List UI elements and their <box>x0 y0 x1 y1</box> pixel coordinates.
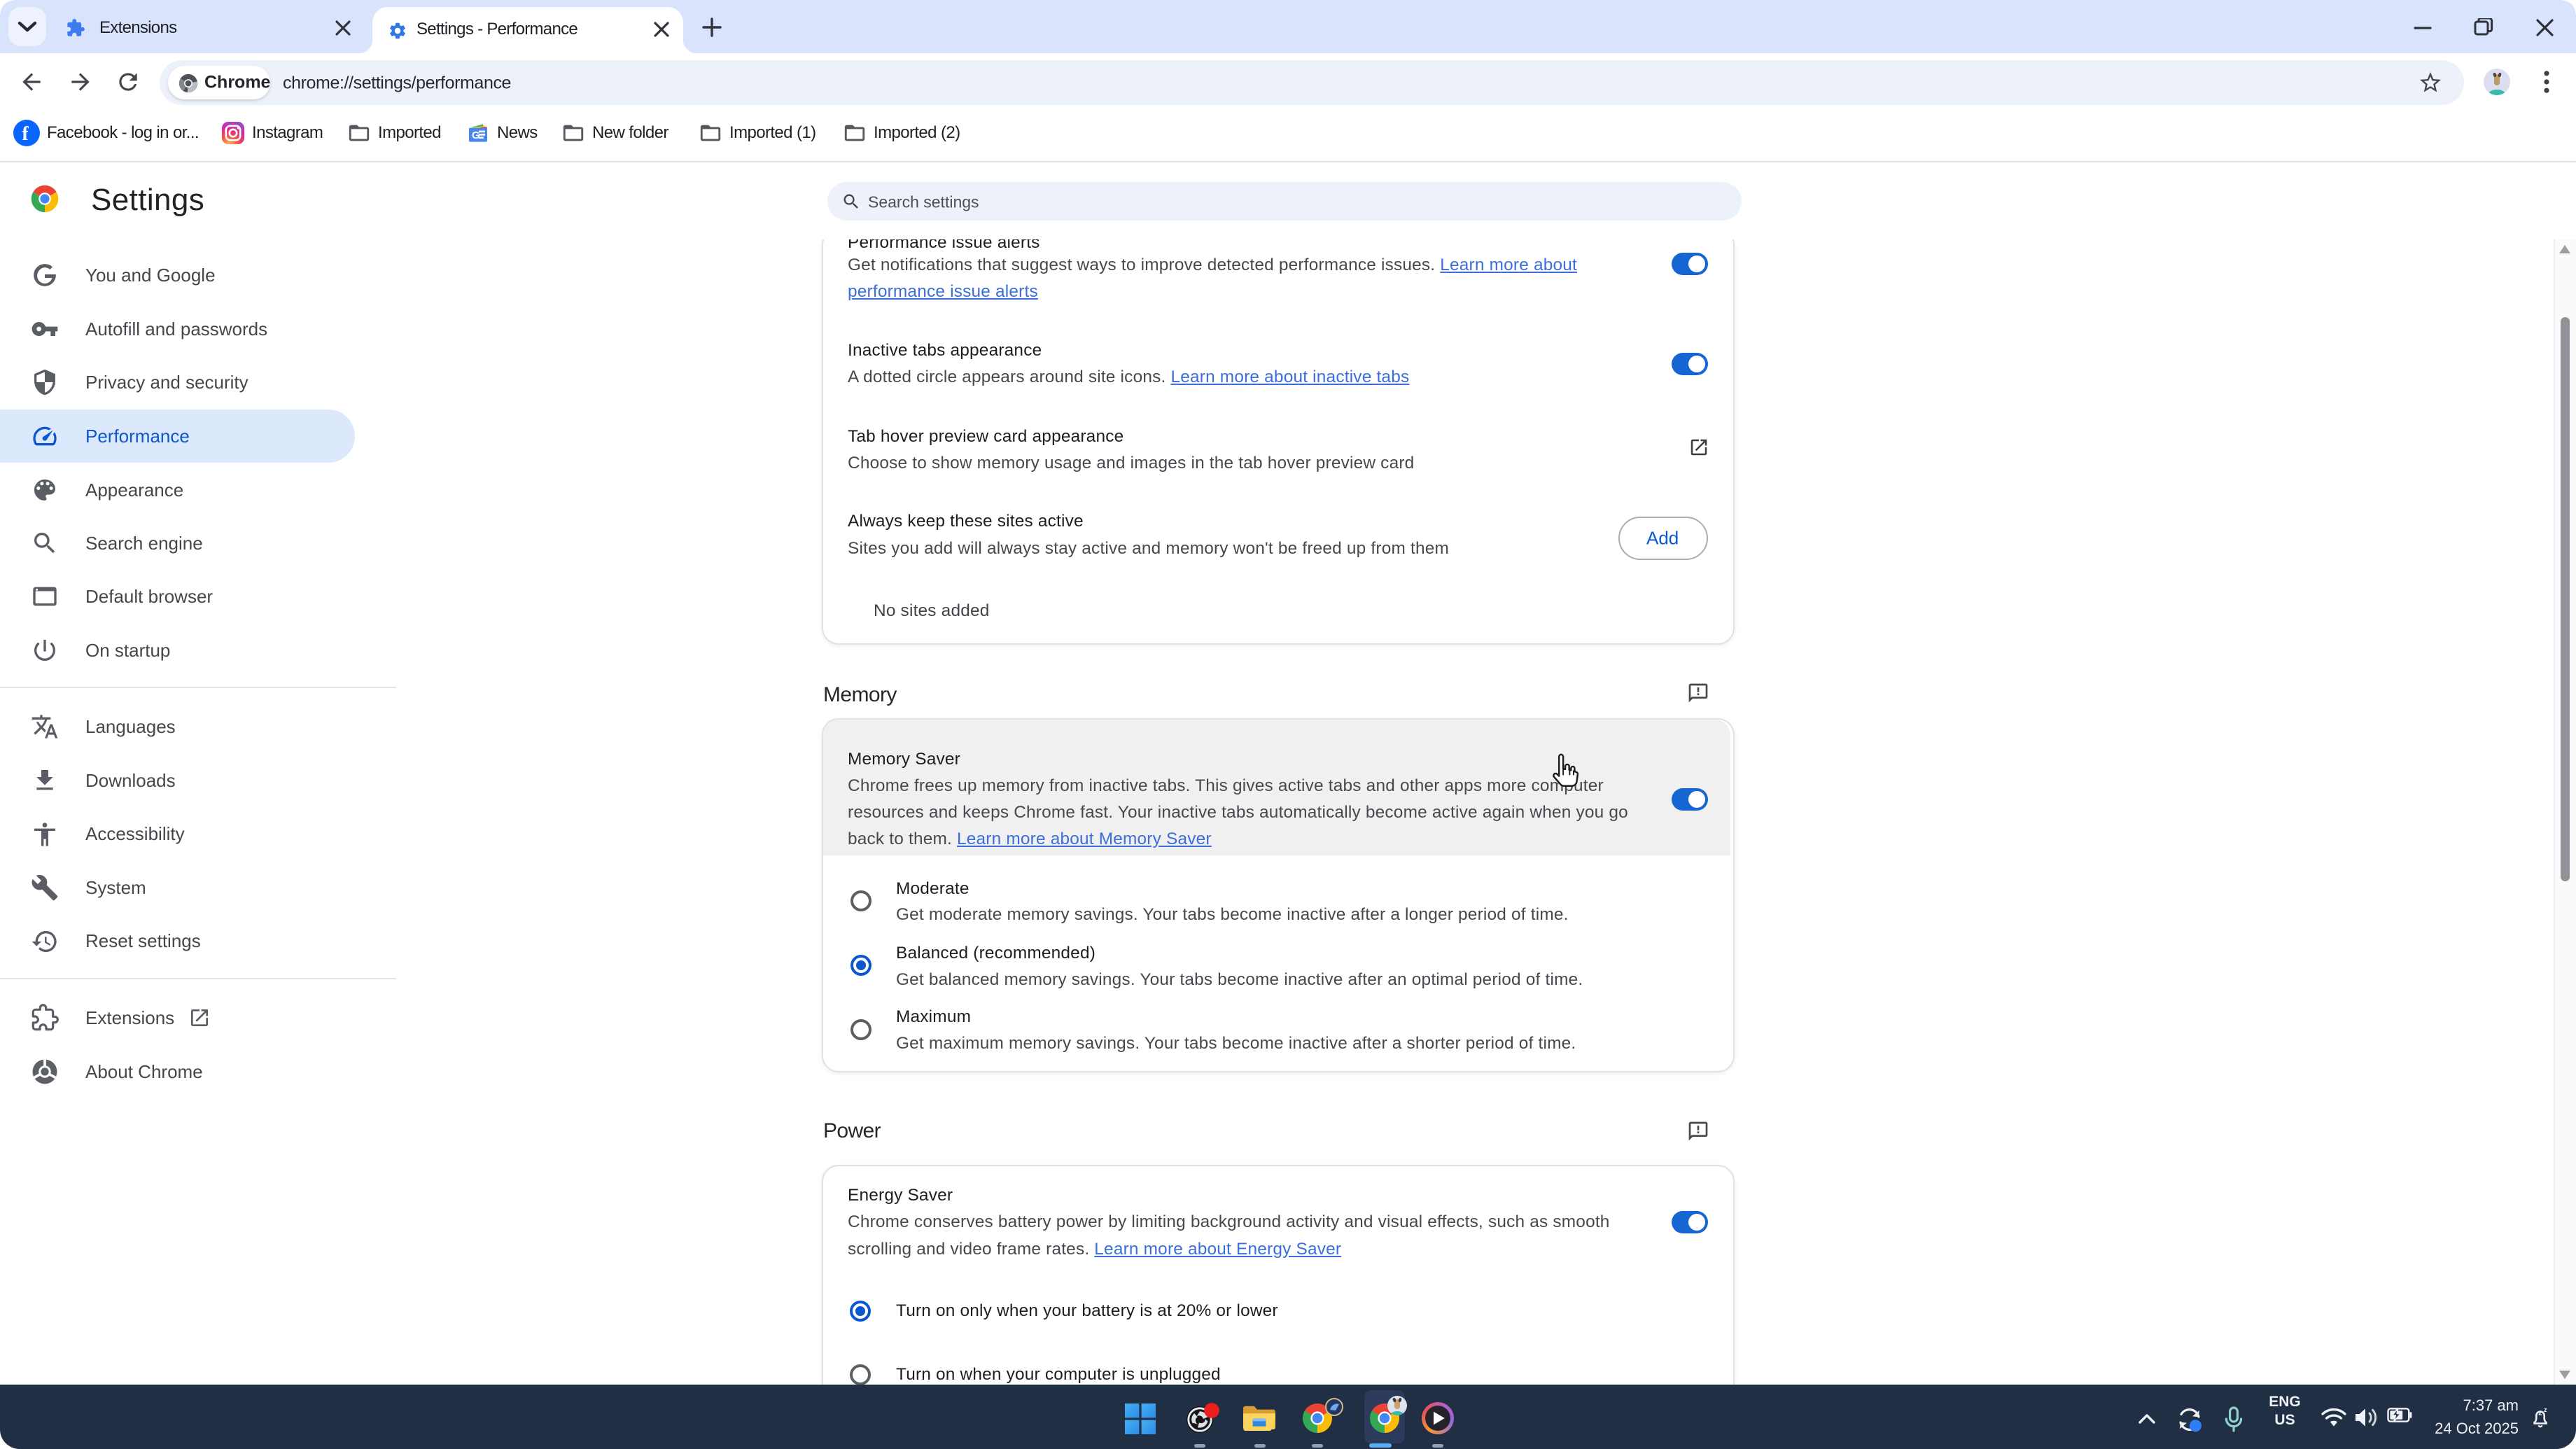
svg-text:G: G <box>472 130 480 141</box>
svg-text:z: z <box>2544 1406 2547 1413</box>
svg-text:z: z <box>2538 1408 2542 1417</box>
